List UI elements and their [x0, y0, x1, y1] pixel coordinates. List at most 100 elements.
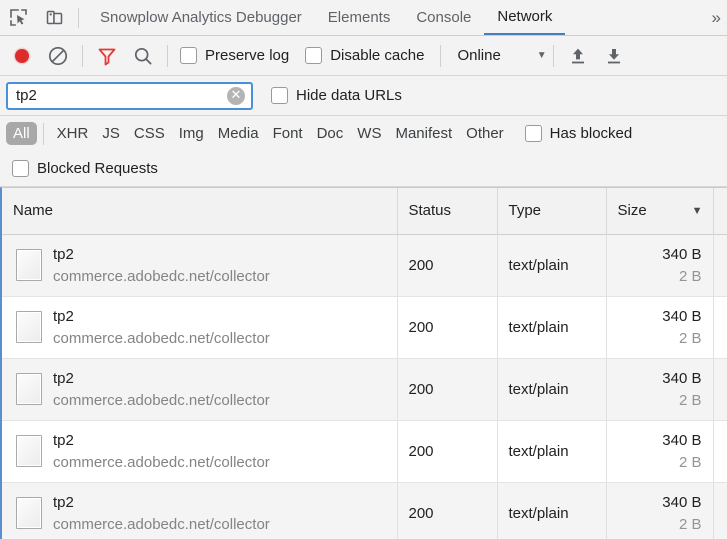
tab-elements[interactable]: Elements: [315, 0, 404, 35]
column-header-size[interactable]: Size ▼: [606, 188, 713, 234]
devtools-tabbar: Snowplow Analytics Debugger Elements Con…: [0, 0, 727, 36]
request-name: tp2: [53, 246, 270, 263]
tab-overflow-chevron-icon[interactable]: »: [712, 0, 727, 35]
cell-type: text/plain: [497, 296, 606, 358]
network-toolbar: Preserve log Disable cache Online ▼: [0, 36, 727, 76]
cell-size: 340 B 2 B: [606, 482, 713, 539]
tab-console[interactable]: Console: [403, 0, 484, 35]
table-row[interactable]: tp2 commerce.adobedc.net/collector 200 t…: [2, 482, 727, 539]
filter-input-value[interactable]: tp2: [16, 87, 227, 104]
tab-overflow-label: »: [712, 8, 721, 28]
throttling-dropdown[interactable]: Online ▼: [447, 47, 546, 64]
request-name: tp2: [53, 370, 270, 387]
column-header-status[interactable]: Status: [397, 188, 497, 234]
table-row[interactable]: tp2 commerce.adobedc.net/collector 200 t…: [2, 234, 727, 296]
column-header-name[interactable]: Name: [2, 188, 397, 234]
table-row[interactable]: tp2 commerce.adobedc.net/collector 200 t…: [2, 420, 727, 482]
devtools-panel: Snowplow Analytics Debugger Elements Con…: [0, 0, 727, 539]
type-filter-ws[interactable]: WS: [350, 122, 388, 145]
preserve-log-label: Preserve log: [205, 47, 289, 64]
size-value: 340 B: [618, 370, 702, 387]
cell-type: text/plain: [497, 234, 606, 296]
chevron-down-icon[interactable]: ▼: [537, 50, 547, 61]
type-filter-divider: [43, 123, 44, 145]
document-icon: [16, 311, 42, 343]
cell-time: [713, 420, 727, 482]
type-filter-other[interactable]: Other: [459, 122, 511, 145]
cell-size: 340 B 2 B: [606, 420, 713, 482]
device-toolbar-icon[interactable]: [36, 1, 72, 35]
preserve-log-box-icon[interactable]: [180, 47, 197, 64]
type-filter-css[interactable]: CSS: [127, 122, 172, 145]
cell-status: 200: [397, 420, 497, 482]
table-row[interactable]: tp2 commerce.adobedc.net/collector 200 t…: [2, 358, 727, 420]
type-filter-doc[interactable]: Doc: [310, 122, 351, 145]
blocked-requests-row: Blocked Requests: [0, 151, 727, 187]
blocked-requests-checkbox[interactable]: Blocked Requests: [12, 160, 168, 177]
cell-size: 340 B 2 B: [606, 234, 713, 296]
disable-cache-box-icon[interactable]: [305, 47, 322, 64]
has-blocked-box-icon[interactable]: [525, 125, 542, 142]
cell-size: 340 B 2 B: [606, 358, 713, 420]
cell-time: [713, 358, 727, 420]
toolbar-divider-3: [440, 45, 441, 67]
tab-network[interactable]: Network: [484, 0, 565, 35]
type-filter-font[interactable]: Font: [266, 122, 310, 145]
has-blocked-label: Has blocked: [550, 125, 633, 142]
disable-cache-checkbox[interactable]: Disable cache: [299, 47, 434, 64]
cell-size: 340 B 2 B: [606, 296, 713, 358]
type-filter-manifest[interactable]: Manifest: [388, 122, 459, 145]
cell-type: text/plain: [497, 482, 606, 539]
cell-status: 200: [397, 234, 497, 296]
tab-label: Elements: [328, 9, 391, 26]
request-url: commerce.adobedc.net/collector: [53, 268, 270, 285]
type-filter-xhr[interactable]: XHR: [50, 122, 96, 145]
preserve-log-checkbox[interactable]: Preserve log: [174, 47, 299, 64]
tab-label: Network: [497, 8, 552, 25]
document-icon: [16, 249, 42, 281]
cell-time: [713, 482, 727, 539]
type-filter-all[interactable]: All: [6, 122, 37, 145]
cell-status: 200: [397, 358, 497, 420]
sort-descending-icon[interactable]: ▼: [692, 205, 703, 217]
hide-data-urls-checkbox[interactable]: Hide data URLs: [253, 87, 412, 104]
cell-type: text/plain: [497, 420, 606, 482]
clear-filter-icon[interactable]: ✕: [227, 87, 245, 105]
tab-label: Snowplow Analytics Debugger: [100, 9, 302, 26]
type-filter-img[interactable]: Img: [172, 122, 211, 145]
cell-name: tp2 commerce.adobedc.net/collector: [2, 420, 397, 482]
size-transferred: 2 B: [618, 330, 702, 347]
cell-name: tp2 commerce.adobedc.net/collector: [2, 234, 397, 296]
cell-time: [713, 234, 727, 296]
request-url: commerce.adobedc.net/collector: [53, 330, 270, 347]
search-icon[interactable]: [125, 40, 161, 72]
record-button[interactable]: [4, 40, 40, 72]
network-requests-table[interactable]: Name Status Type Size ▼: [0, 187, 727, 539]
request-name: tp2: [53, 308, 270, 325]
inspect-element-icon[interactable]: [0, 1, 36, 35]
column-header-type[interactable]: Type: [497, 188, 606, 234]
table-header-row: Name Status Type Size ▼: [2, 188, 727, 234]
size-value: 340 B: [618, 494, 702, 511]
import-har-button[interactable]: [560, 40, 596, 72]
hide-data-urls-box-icon[interactable]: [271, 87, 288, 104]
tab-snowplow-analytics-debugger[interactable]: Snowplow Analytics Debugger: [87, 0, 315, 35]
size-value: 340 B: [618, 246, 702, 263]
column-header-time[interactable]: [713, 188, 727, 234]
export-har-button[interactable]: [596, 40, 632, 72]
has-blocked-checkbox[interactable]: Has blocked: [511, 125, 643, 142]
filter-button[interactable]: [89, 40, 125, 72]
hide-data-urls-label: Hide data URLs: [296, 87, 402, 104]
throttling-value: Online: [457, 47, 500, 64]
toolbar-divider-2: [167, 45, 168, 67]
blocked-requests-box-icon[interactable]: [12, 160, 29, 177]
type-filter-media[interactable]: Media: [211, 122, 266, 145]
clear-button[interactable]: [40, 40, 76, 72]
type-filter-js[interactable]: JS: [95, 122, 127, 145]
cell-type: text/plain: [497, 358, 606, 420]
filter-input[interactable]: tp2 ✕: [6, 82, 253, 110]
request-url: commerce.adobedc.net/collector: [53, 454, 270, 471]
cell-status: 200: [397, 296, 497, 358]
table-row[interactable]: tp2 commerce.adobedc.net/collector 200 t…: [2, 296, 727, 358]
document-icon: [16, 373, 42, 405]
